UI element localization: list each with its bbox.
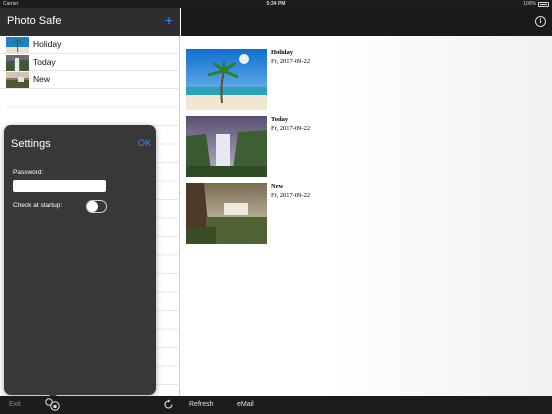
- refresh-button[interactable]: Refresh: [189, 401, 214, 408]
- settings-title: Settings: [11, 138, 51, 150]
- shield-lock-icon[interactable]: [44, 397, 62, 412]
- photo-name: Holiday: [271, 49, 294, 56]
- photo-card-new[interactable]: New Fr, 2017-09-22: [186, 183, 326, 245]
- album-row-new[interactable]: New: [0, 71, 180, 89]
- plus-icon: +: [164, 12, 173, 28]
- settings-popover: Settings OK Password: Check at startup:: [4, 125, 156, 395]
- photo-name: Today: [271, 116, 289, 123]
- email-button[interactable]: eMail: [237, 401, 254, 408]
- status-bar: Carrier 5:34 PM 100%: [0, 0, 552, 8]
- album-thumb-new: [6, 72, 29, 88]
- album-label: Today: [33, 56, 56, 67]
- album-list: Holiday Today New: [0, 36, 180, 89]
- info-icon: i: [539, 17, 542, 25]
- ok-button[interactable]: OK: [138, 138, 151, 148]
- battery-percent: 100%: [523, 1, 536, 7]
- album-nav-bar: Photo Safe +: [0, 8, 180, 36]
- photo-thumb-today: [186, 116, 267, 177]
- add-album-button[interactable]: +: [165, 11, 173, 29]
- photo-grid: Holiday Fr, 2017-09-22 Today Fr, 2017-09…: [181, 36, 552, 396]
- album-label: Holiday: [33, 39, 62, 49]
- photo-card-holiday[interactable]: Holiday Fr, 2017-09-22: [186, 49, 326, 111]
- photo-date: Fr, 2017-09-22: [271, 192, 311, 199]
- check-at-startup-toggle[interactable]: [86, 200, 107, 213]
- toggle-knob: [87, 201, 98, 212]
- exit-button[interactable]: Exit: [9, 401, 21, 408]
- password-field[interactable]: [13, 180, 106, 192]
- album-row-today[interactable]: Today: [0, 54, 180, 71]
- photo-name: New: [271, 183, 284, 190]
- battery-icon: [538, 2, 549, 7]
- refresh-icon[interactable]: [163, 399, 174, 410]
- password-label: Password:: [13, 169, 44, 176]
- photo-date: Fr, 2017-09-22: [271, 125, 311, 132]
- bottom-toolbar: Exit Refresh eMail: [0, 396, 552, 414]
- photo-date: Fr, 2017-09-22: [271, 58, 311, 65]
- album-thumb-today: [6, 54, 29, 71]
- photo-thumb-new: [186, 183, 267, 244]
- photo-nav-bar: i: [181, 8, 552, 36]
- album-label: New: [33, 74, 51, 84]
- clock: 5:34 PM: [266, 1, 286, 7]
- photo-card-today[interactable]: Today Fr, 2017-09-22: [186, 116, 326, 178]
- photo-panel: i Holiday Fr, 2017-09-22 Today Fr, 2017-…: [181, 8, 552, 396]
- app-title: Photo Safe: [7, 15, 62, 27]
- check-at-startup-label: Check at startup:: [13, 202, 63, 209]
- photo-thumb-holiday: [186, 49, 267, 110]
- album-row-holiday[interactable]: Holiday: [0, 36, 180, 54]
- info-button[interactable]: i: [535, 16, 546, 27]
- album-thumb-holiday: [6, 37, 29, 53]
